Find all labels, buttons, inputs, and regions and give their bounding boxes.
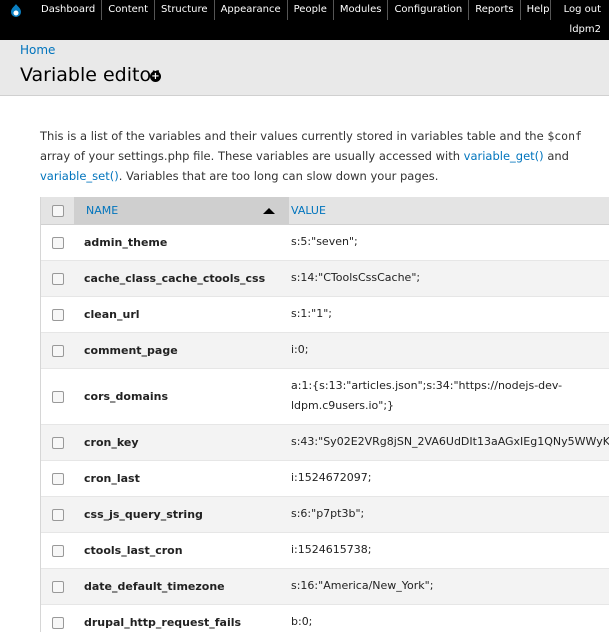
name-column-header[interactable]: NAME [74,197,289,225]
row-checkbox[interactable] [51,580,64,593]
table-row: admin_theme s:5:"seven"; [41,224,609,260]
row-checkbox-cell [41,496,74,532]
intro-text-2: array of your settings.php file. These v… [40,149,464,163]
row-checkbox[interactable] [51,472,64,485]
menu-configuration[interactable]: Configuration [388,0,468,20]
variables-table: NAME VALUE admin_theme s:5:"seven"; cach… [41,197,609,632]
variable-name[interactable]: comment_page [74,332,289,368]
variables-table-container: NAME VALUE admin_theme s:5:"seven"; cach… [40,197,609,632]
row-checkbox[interactable] [51,390,64,403]
variable-value: a:1:{s:13:"articles.json";s:34:"https://… [289,368,609,424]
menu-appearance[interactable]: Appearance [215,0,287,20]
menu-reports[interactable]: Reports [469,0,519,20]
variable-value: b:0; [291,615,313,628]
variable-value: i:1524615738; [291,543,372,556]
menu-content[interactable]: Content [102,0,154,20]
variable-value: s:6:"p7pt3b"; [291,507,365,520]
row-checkbox-cell [41,224,74,260]
row-checkbox[interactable] [51,616,64,629]
variable-value: i:1524672097; [291,471,372,484]
sort-ascending-icon [263,208,275,214]
variable-name[interactable]: css_js_query_string [74,496,289,532]
row-checkbox[interactable] [51,236,64,249]
variable-value: s:43:"Sy02E2VRg8jSN_2VA6UdDIt13aAGxIEg1Q… [291,435,609,448]
row-checkbox[interactable] [51,272,64,285]
row-checkbox[interactable] [51,508,64,521]
variable-value: s:16:"America/New_York"; [291,579,434,592]
variable-name[interactable]: ctools_last_cron [74,532,289,568]
table-row: cors_domains a:1:{s:13:"articles.json";s… [41,368,609,424]
toolbar-menu: Dashboard Content Structure Appearance P… [35,0,555,20]
intro-text-1: This is a list of the variables and thei… [40,129,548,143]
row-checkbox-cell [41,532,74,568]
value-header-label[interactable]: VALUE [291,204,326,217]
menu-people[interactable]: People [288,0,333,20]
row-checkbox[interactable] [51,436,64,449]
intro-text-4: . Variables that are too long can slow d… [118,169,439,183]
variable-value: s:1:"1"; [291,307,332,320]
conf-code: $conf [547,129,582,143]
variable-name[interactable]: cache_class_cache_ctools_css [74,260,289,296]
admin-toolbar: Dashboard Content Structure Appearance P… [0,0,609,40]
variable-name[interactable]: cron_key [74,424,289,460]
variable-value: i:0; [291,343,309,356]
user-link[interactable]: ldpm2 [569,20,601,40]
menu-dashboard[interactable]: Dashboard [35,0,101,20]
name-header-label[interactable]: NAME [86,204,118,217]
table-row: cron_last i:1524672097; [41,460,609,496]
variable-name[interactable]: clean_url [74,296,289,332]
row-checkbox-cell [41,568,74,604]
breadcrumb-home[interactable]: Home [20,43,55,57]
menu-separator [550,0,551,20]
row-checkbox-cell [41,604,74,632]
row-checkbox[interactable] [51,308,64,321]
table-row: cache_class_cache_ctools_css s:14:"CTool… [41,260,609,296]
table-row: clean_url s:1:"1"; [41,296,609,332]
intro-text-3: and [543,149,569,163]
table-row: cron_key s:43:"Sy02E2VRg8jSN_2VA6UdDIt13… [41,424,609,460]
row-checkbox-cell [41,296,74,332]
page-header: Home Variable editor + [0,40,609,96]
menu-modules[interactable]: Modules [334,0,388,20]
variable-value: s:5:"seven"; [291,235,358,248]
table-row: css_js_query_string s:6:"p7pt3b"; [41,496,609,532]
row-checkbox-cell [41,260,74,296]
table-row: date_default_timezone s:16:"America/New_… [41,568,609,604]
variable-name[interactable]: date_default_timezone [74,568,289,604]
variable-name[interactable]: drupal_http_request_fails [74,604,289,632]
page-title: Variable editor [20,64,159,86]
drupal-logo-icon[interactable] [8,3,24,19]
menu-structure[interactable]: Structure [155,0,214,20]
select-all-checkbox[interactable] [51,204,64,217]
table-row: ctools_last_cron i:1524615738; [41,532,609,568]
logout-link[interactable]: Log out [564,0,601,20]
row-checkbox-cell [41,460,74,496]
variable-set-link[interactable]: variable_set() [40,169,119,183]
variable-value-line: a:1:{s:13:"articles.json";s:34:"https://… [291,379,563,392]
row-checkbox-cell [41,332,74,368]
variable-get-link[interactable]: variable_get() [464,149,544,163]
table-row: drupal_http_request_fails b:0; [41,604,609,632]
add-shortcut-icon[interactable]: + [150,71,161,82]
row-checkbox-cell [41,368,74,424]
row-checkbox[interactable] [51,544,64,557]
select-all-cell [41,197,74,225]
intro-text: This is a list of the variables and thei… [40,126,600,186]
table-row: comment_page i:0; [41,332,609,368]
variable-value-line: ldpm.c9users.io";} [291,399,395,412]
row-checkbox-cell [41,424,74,460]
value-column-header[interactable]: VALUE [289,197,609,225]
variable-name[interactable]: admin_theme [74,224,289,260]
row-checkbox[interactable] [51,344,64,357]
table-header-row: NAME VALUE [41,197,609,225]
variable-value: s:14:"CToolsCssCache"; [291,271,421,284]
variable-name[interactable]: cron_last [74,460,289,496]
variable-name[interactable]: cors_domains [74,368,289,424]
